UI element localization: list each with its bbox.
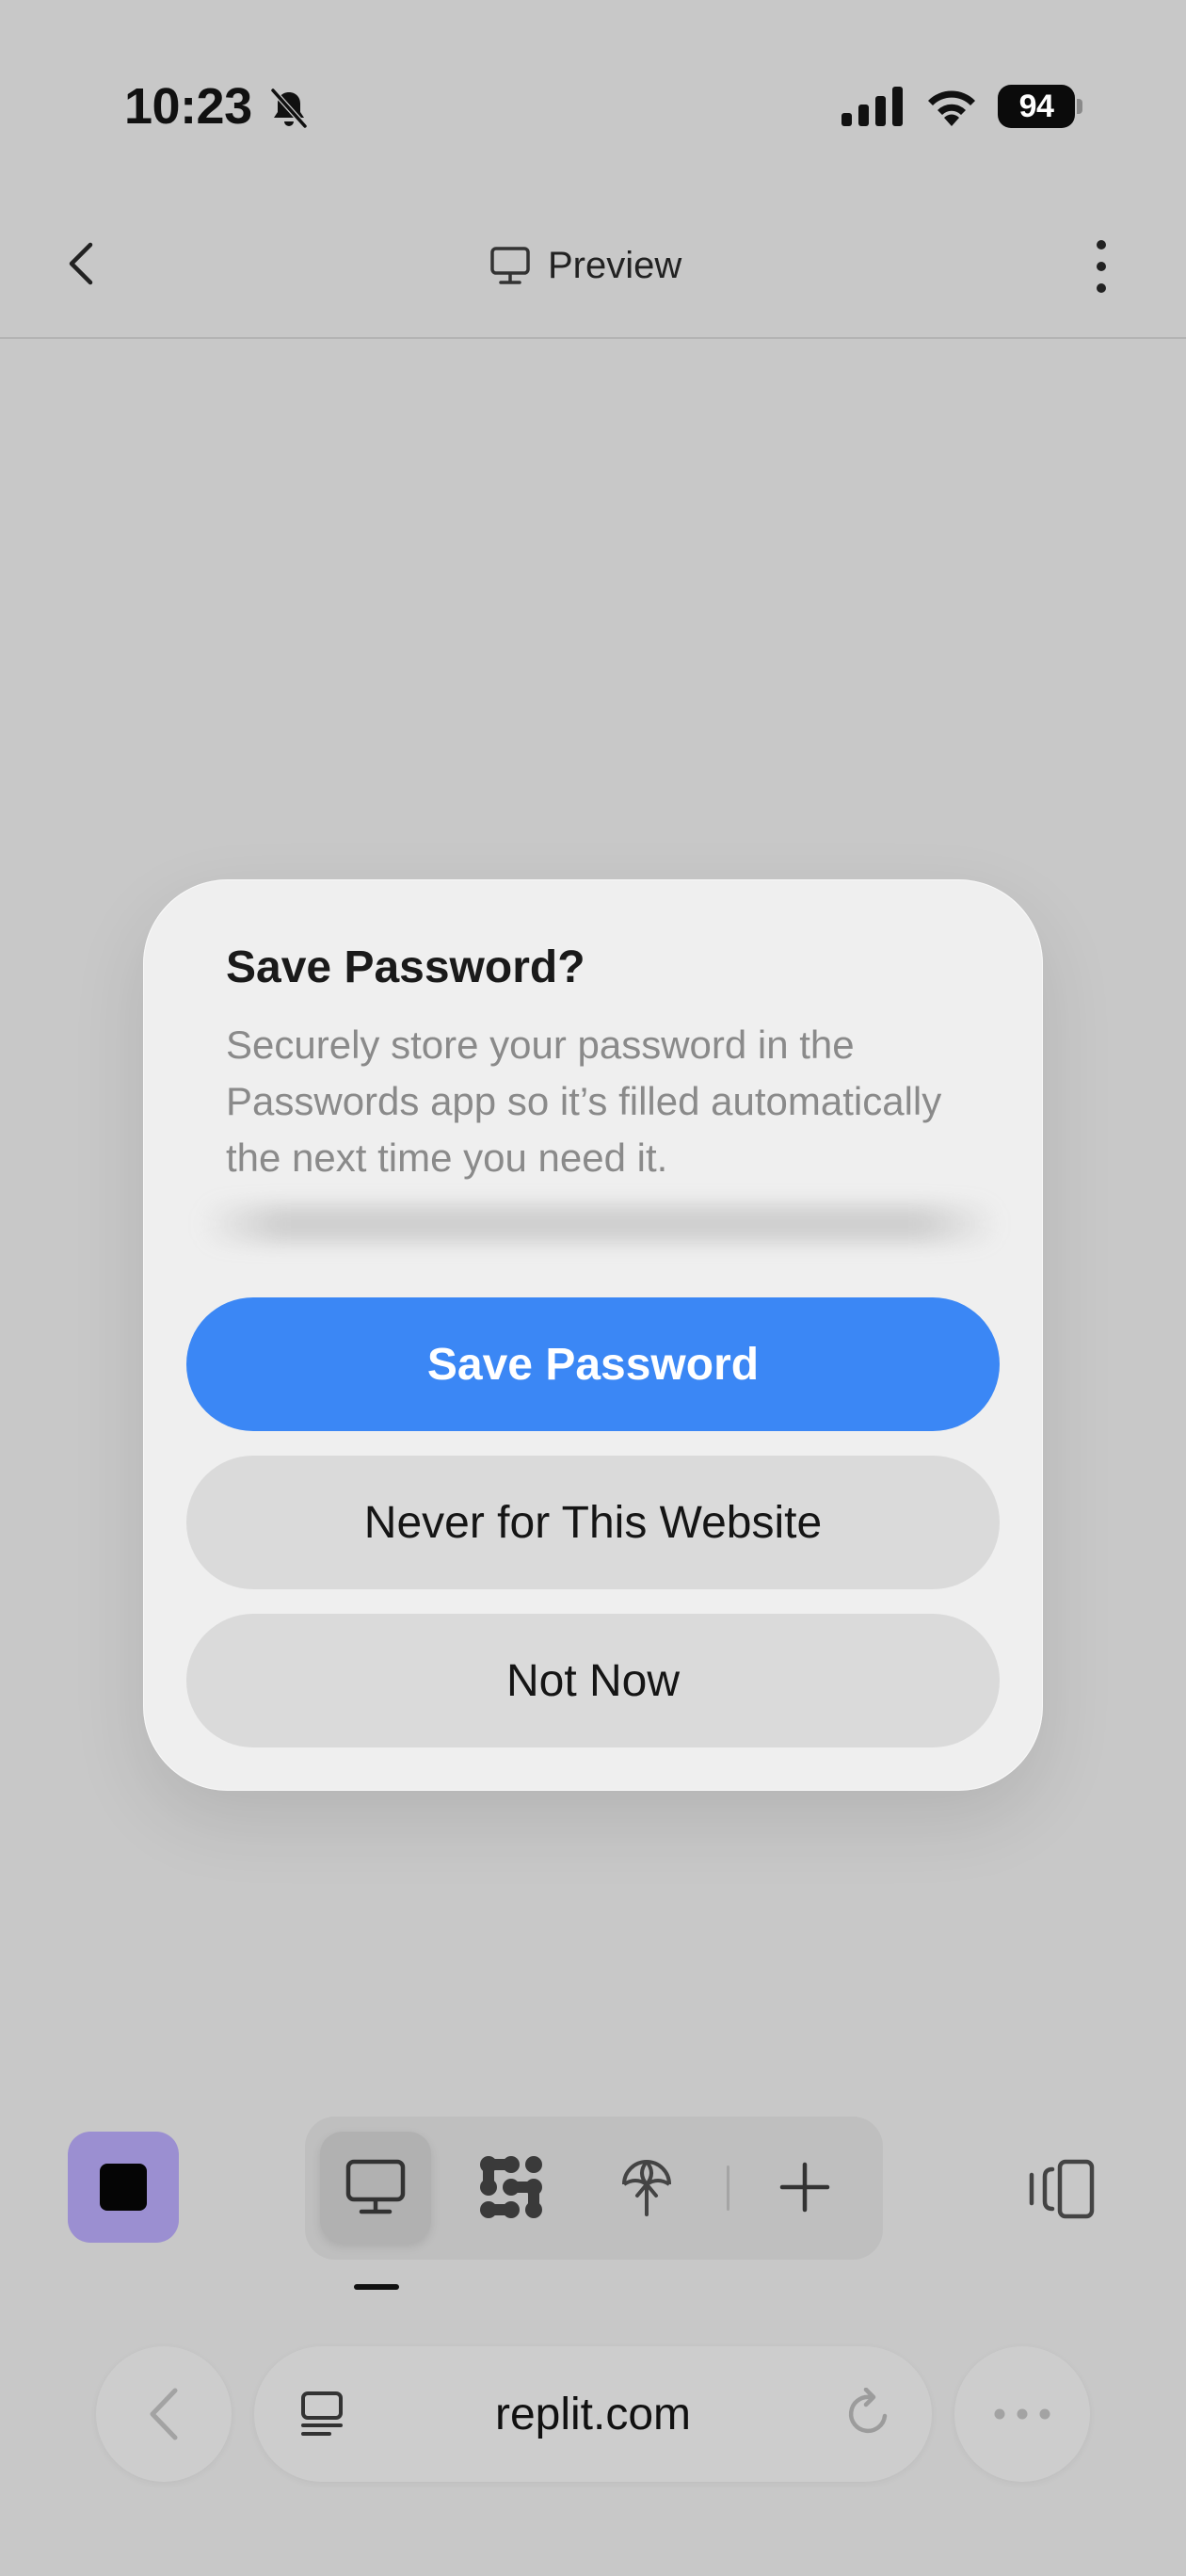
stop-button[interactable] (68, 2132, 179, 2243)
battery-icon: 94 (998, 85, 1082, 128)
dialog-description: Securely store your password in the Pass… (226, 1022, 942, 1180)
address-bar[interactable]: replit.com (254, 2346, 932, 2482)
agent-icon (480, 2156, 542, 2218)
browser-back-button[interactable] (96, 2346, 232, 2482)
background-blur-text (200, 1205, 1000, 1243)
cellular-signal-icon (841, 87, 903, 126)
active-tab-indicator (354, 2284, 399, 2290)
never-for-this-website-button[interactable]: Never for This Website (186, 1456, 1000, 1589)
dialog-title: Save Password? (226, 942, 585, 992)
wifi-icon (928, 90, 975, 126)
url-text: replit.com (494, 2389, 692, 2439)
browser-more-button[interactable] (954, 2346, 1090, 2482)
vertical-ellipsis-icon[interactable] (1082, 235, 1120, 298)
bell-slash-icon (270, 88, 308, 129)
monitor-icon (490, 247, 530, 284)
status-time: 10:23 (124, 78, 252, 135)
panel-toggle-icon[interactable] (1024, 2156, 1096, 2222)
header-title-group: Preview (489, 239, 681, 292)
toolbar-divider (727, 2165, 729, 2211)
battery-level: 94 (998, 85, 1075, 128)
save-password-dialog: Save Password? Securely store your passw… (143, 879, 1043, 1791)
deploy-icon (622, 2160, 671, 2216)
ellipsis-icon (994, 2408, 1050, 2420)
monitor-icon (345, 2159, 406, 2214)
plus-icon (779, 2162, 830, 2213)
agent-tab[interactable] (456, 2132, 567, 2243)
save-password-button[interactable]: Save Password (186, 1297, 1000, 1431)
deploy-tab[interactable] (591, 2132, 702, 2243)
view-switcher (305, 2117, 883, 2260)
chevron-left-icon (150, 2388, 178, 2440)
reload-icon[interactable] (841, 2388, 894, 2440)
new-tab-button[interactable] (749, 2132, 860, 2243)
not-now-button[interactable]: Not Now (186, 1614, 1000, 1747)
stop-icon (100, 2164, 147, 2211)
page-title: Preview (548, 244, 682, 286)
header-divider (0, 337, 1186, 339)
preview-tab[interactable] (320, 2132, 431, 2243)
back-chevron-icon[interactable] (60, 237, 102, 290)
